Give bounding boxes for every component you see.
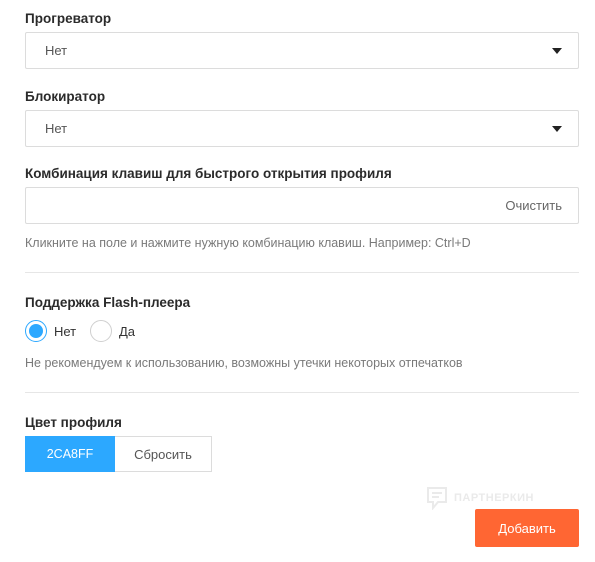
progrevator-value: Нет xyxy=(45,43,68,58)
reset-color-button[interactable]: Сбросить xyxy=(115,436,212,472)
watermark-text: ПАРТНЕРКИН xyxy=(454,492,534,504)
profile-color-label: Цвет профиля xyxy=(25,415,122,430)
flash-radio-no-label: Нет xyxy=(54,323,77,339)
flash-radio-yes-label: Да xyxy=(119,323,136,339)
profile-color-group: 2CA8FF Сбросить xyxy=(25,436,212,472)
progrevator-select[interactable]: Нет xyxy=(25,32,579,69)
flash-label: Поддержка Flash-плеера xyxy=(25,295,191,310)
add-button[interactable]: Добавить xyxy=(475,509,579,547)
chevron-down-icon xyxy=(552,126,562,132)
flash-hint: Не рекомендуем к использованию, возможны… xyxy=(25,356,463,370)
divider xyxy=(25,272,579,273)
watermark: ПАРТНЕРКИН xyxy=(426,486,534,510)
blocker-label: Блокиратор xyxy=(25,89,106,104)
flash-radio-yes[interactable]: Да xyxy=(90,319,135,343)
hotkey-input[interactable]: Очистить xyxy=(25,187,579,224)
blocker-select[interactable]: Нет xyxy=(25,110,579,147)
flash-radio-no[interactable]: Нет xyxy=(25,319,76,343)
progrevator-label: Прогреватор xyxy=(25,11,112,26)
radio-checked-icon xyxy=(25,320,47,342)
color-swatch-button[interactable]: 2CA8FF xyxy=(25,436,115,472)
divider xyxy=(25,392,579,393)
hotkey-hint: Кликните на поле и нажмите нужную комбин… xyxy=(25,236,471,250)
hotkey-label: Комбинация клавиш для быстрого открытия … xyxy=(25,166,392,181)
chevron-down-icon xyxy=(552,48,562,54)
radio-unchecked-icon xyxy=(90,320,112,342)
chat-bubble-icon xyxy=(427,487,447,510)
blocker-value: Нет xyxy=(45,121,68,136)
clear-button[interactable]: Очистить xyxy=(505,198,562,213)
